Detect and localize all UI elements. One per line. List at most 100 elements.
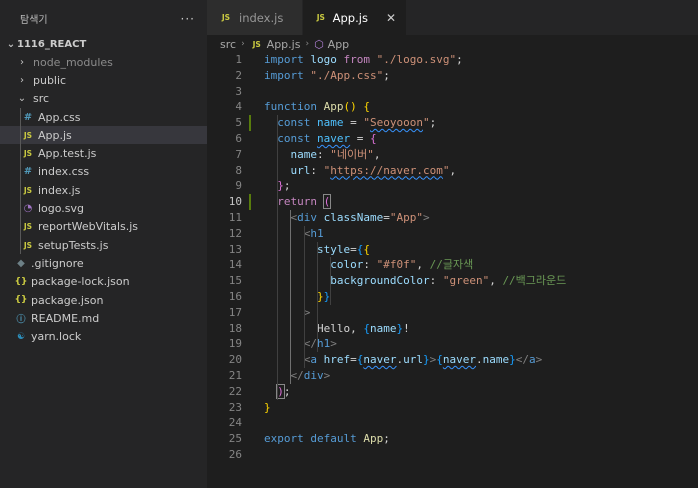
code-line: 11 <div className="App"> — [207, 210, 698, 226]
code-line: 8 url: "https://naver.com", — [207, 163, 698, 179]
code-text: return ( — [264, 194, 332, 210]
code-text: </h1> — [264, 336, 337, 352]
indent-guide — [20, 181, 21, 200]
code-token: ; — [283, 179, 291, 193]
line-number: 13 — [228, 242, 242, 256]
code-token: "green" — [442, 274, 490, 288]
code-line: 13 style={{ — [207, 242, 698, 258]
indent-guide — [20, 235, 21, 255]
tree-file[interactable]: JS App.test.js — [0, 144, 207, 163]
chevron-right-icon: › — [305, 39, 310, 49]
code-token: color — [330, 258, 364, 272]
explorer-title: 탐색기 — [20, 15, 48, 26]
tree-item-label: package-lock.json — [31, 275, 130, 289]
workspace-root-folder[interactable]: ⌄ 1116_REACT — [0, 36, 207, 53]
chevron-right-icon: › — [20, 56, 24, 68]
tree-folder[interactable]: › node_modules — [0, 53, 207, 71]
tree-file[interactable]: ☯ yarn.lock — [0, 327, 207, 345]
code-token: , — [449, 163, 457, 177]
line-number: 16 — [228, 290, 242, 303]
code-text: const naver = { — [264, 131, 376, 147]
code-token: "./logo.svg" — [376, 53, 457, 66]
tree-item-label: App.js — [38, 128, 72, 142]
breadcrumb-folder[interactable]: src — [220, 38, 236, 51]
tree-folder[interactable]: › public — [0, 71, 207, 89]
tree-file[interactable]: JS reportWebVitals.js — [0, 217, 207, 236]
tree-folder[interactable]: ⌄ src — [0, 90, 207, 108]
code-token: //글자색 — [429, 258, 474, 272]
code-token: backgroundColor — [330, 274, 430, 288]
code-text: }} — [264, 289, 330, 305]
tree-file[interactable]: JS index.js — [0, 181, 207, 200]
tree-file[interactable]: # index.css — [0, 162, 207, 182]
code-text: const name = "Seoyooon"; — [264, 115, 436, 131]
chevron-down-icon: ⌄ — [17, 93, 27, 105]
code-line: 25 export default App; — [207, 431, 698, 447]
code-token: = — [343, 116, 364, 130]
code-token: https://naver.com — [330, 163, 443, 177]
code-line: 24 — [207, 415, 698, 431]
code-token: : — [363, 258, 377, 272]
line-number: 10 — [228, 195, 242, 209]
tab-app-js[interactable]: JS App.js ✕ — [303, 0, 407, 35]
indent-guide — [316, 241, 318, 353]
code-text: <a href={naver.url}>{naver.name}</a> — [264, 352, 543, 368]
code-line: 12 <h1 — [207, 226, 698, 242]
indent-guide — [20, 107, 21, 127]
code-token: ( — [322, 194, 332, 210]
breadcrumb-symbol[interactable]: App — [328, 38, 350, 51]
code-token: , — [373, 147, 381, 161]
js-file-icon: JS — [23, 130, 33, 140]
css-file-icon: # — [23, 111, 33, 123]
tree-file[interactable]: {} package-lock.json — [0, 273, 207, 291]
code-token: const — [277, 132, 311, 145]
code-token: href — [323, 353, 351, 367]
tree-file[interactable]: ◔ logo.svg — [0, 199, 207, 218]
code-token: Hello, — [264, 321, 364, 335]
close-icon[interactable]: ✕ — [386, 11, 396, 25]
code-token: > — [323, 369, 331, 382]
code-token: } — [264, 400, 271, 414]
explorer-header: 탐색기 ··· — [0, 0, 207, 37]
tree-item-label: src — [33, 92, 50, 106]
code-line: 2 import "./App.css"; — [207, 68, 698, 84]
code-line: 6 const naver = { — [207, 131, 698, 147]
line-number: 2 — [235, 68, 242, 82]
code-editor[interactable]: 1 import logo from "./logo.svg"; 2 import "… — [207, 52, 698, 488]
line-number: 8 — [235, 163, 242, 177]
code-token: App — [363, 432, 384, 446]
line-number: 15 — [228, 274, 242, 288]
code-token: style — [316, 242, 351, 256]
js-file-icon: JS — [23, 240, 33, 250]
tree-file[interactable]: ⓘ README.md — [0, 309, 207, 327]
tree-item-label: node_modules — [33, 55, 113, 69]
svg-file-icon: ◔ — [23, 203, 33, 215]
css-file-icon: # — [23, 166, 33, 178]
code-token: } — [316, 290, 324, 303]
tree-file[interactable]: JS App.js — [0, 126, 207, 145]
tree-file[interactable]: JS setupTests.js — [0, 235, 207, 255]
code-line: 20 <a href={naver.url}>{naver.name}</a> — [207, 352, 698, 368]
breadcrumb-file[interactable]: App.js — [267, 38, 301, 51]
tree-file[interactable]: # App.css — [0, 107, 207, 127]
code-line: 23} — [207, 400, 698, 416]
code-token: , — [489, 274, 503, 288]
code-token: ! — [403, 321, 410, 335]
code-token: " — [363, 116, 370, 130]
tab-index-js[interactable]: JS index.js — [207, 0, 303, 35]
code-token: name — [482, 353, 510, 367]
line-number: 14 — [228, 258, 242, 272]
code-text: function App() { — [264, 99, 370, 115]
code-line: 22 ); — [207, 383, 698, 400]
tree-file[interactable]: {} package.json — [0, 291, 207, 309]
code-token: const — [277, 116, 311, 130]
tree-item-label: yarn.lock — [31, 330, 82, 344]
tree-file[interactable]: ◆ .gitignore — [0, 254, 207, 272]
more-actions-icon[interactable]: ··· — [181, 12, 195, 26]
code-text: backgroundColor: "green", //백그라운드 — [264, 273, 566, 289]
code-token: name — [290, 147, 318, 161]
